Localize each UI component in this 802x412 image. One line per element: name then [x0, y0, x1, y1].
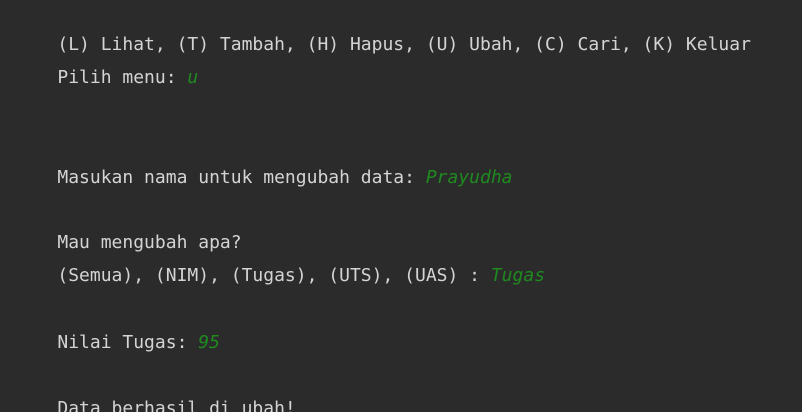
change-question-line: Mau mengubah apa?	[14, 207, 241, 253]
result-message-line: Data berhasil di ubah!	[14, 373, 295, 412]
change-user-input: Tugas	[490, 265, 546, 286]
menu-options-line: (L) Lihat, (T) Tambah, (H) Hapus, (U) Ub…	[14, 9, 751, 55]
menu-user-input: u	[187, 67, 199, 88]
name-prompt-text: Masukan nama untuk mengubah data:	[57, 167, 426, 188]
value-user-input: 95	[198, 332, 220, 353]
change-options-text: (Semua), (NIM), (Tugas), (UTS), (UAS) :	[57, 265, 491, 286]
value-prompt-text: Nilai Tugas:	[57, 332, 199, 353]
run-console-output: (L) Lihat, (T) Tambah, (H) Hapus, (U) Ub…	[0, 0, 802, 412]
change-options-line: (Semua), (NIM), (Tugas), (UTS), (UAS) : …	[14, 240, 545, 286]
value-prompt-line: Nilai Tugas: 95	[14, 307, 220, 353]
menu-prompt-text: Pilih menu:	[57, 67, 188, 88]
menu-prompt-line: Pilih menu: u	[14, 42, 198, 88]
name-user-input: Prayudha	[425, 167, 513, 188]
name-prompt-line: Masukan nama untuk mengubah data: Prayud…	[14, 142, 512, 188]
result-message-text: Data berhasil di ubah!	[57, 398, 296, 412]
